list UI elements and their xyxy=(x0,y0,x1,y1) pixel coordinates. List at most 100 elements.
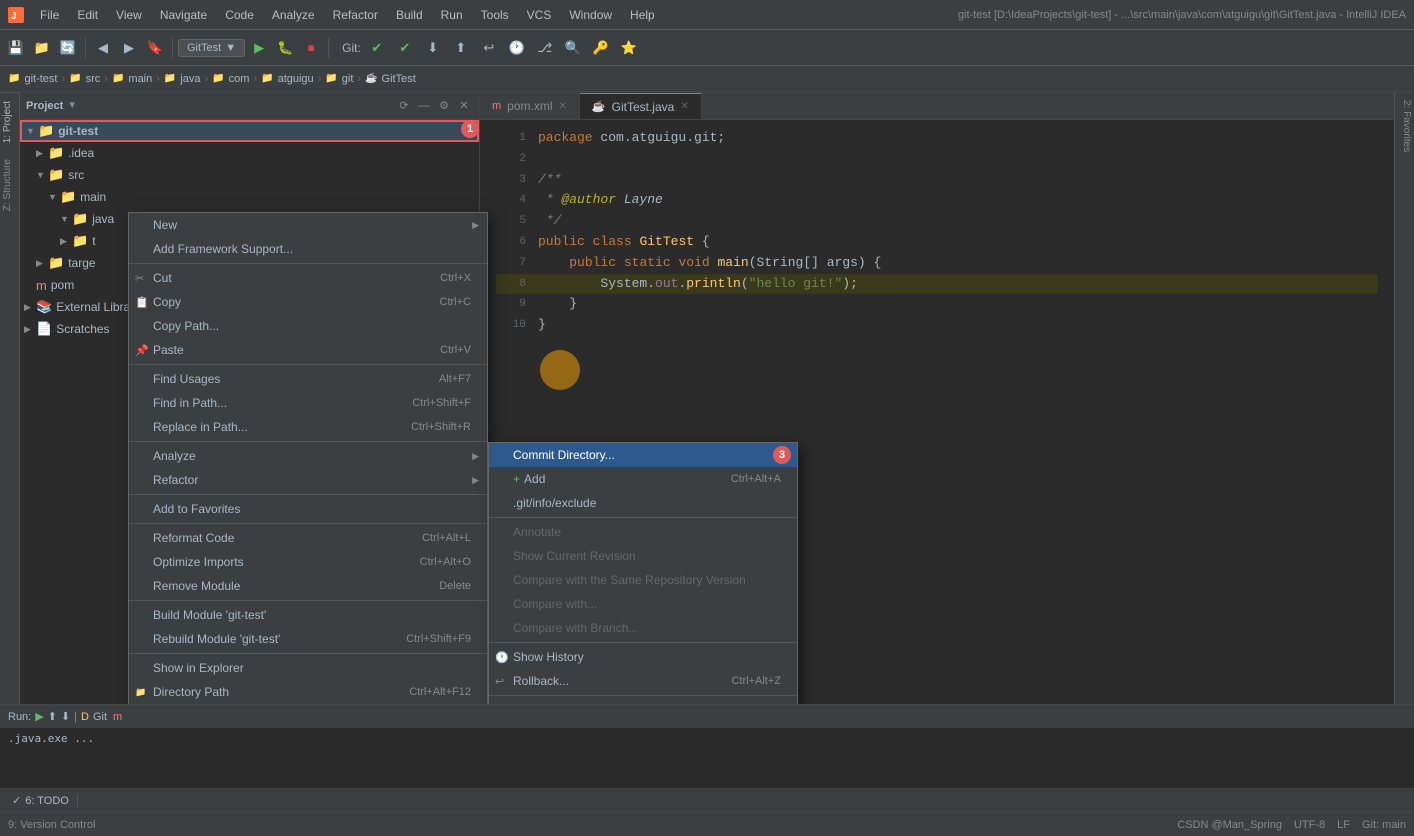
tree-src[interactable]: ▼ 📁 src xyxy=(20,164,479,186)
git-extra2[interactable]: ⭐ xyxy=(617,36,641,60)
cm-reformat[interactable]: Reformat Code Ctrl+Alt+L xyxy=(129,526,487,550)
git-search[interactable]: 🔍 xyxy=(561,36,585,60)
sm-add[interactable]: + Add Ctrl+Alt+A xyxy=(489,467,797,491)
sm-rollback[interactable]: ↩ Rollback... Ctrl+Alt+Z xyxy=(489,669,797,693)
forward-button[interactable]: ▶ xyxy=(117,36,141,60)
cm-framework[interactable]: Add Framework Support... xyxy=(129,237,487,261)
menu-build[interactable]: Build xyxy=(388,6,431,24)
cm-copypath[interactable]: Copy Path... xyxy=(129,314,487,338)
bc-git[interactable]: git xyxy=(342,73,354,85)
back-button[interactable]: ◀ xyxy=(91,36,115,60)
open-button[interactable]: 📁 xyxy=(30,36,54,60)
cm-replaceinpath-label: Replace in Path... xyxy=(153,420,248,434)
close-icon[interactable]: ✕ xyxy=(455,97,473,115)
right-strip: 2: Favorites xyxy=(1394,92,1414,704)
tab-gittest[interactable]: ☕ GitTest.java ✕ xyxy=(580,93,702,119)
menu-analyze[interactable]: Analyze xyxy=(264,6,323,24)
collapse-icon[interactable]: — xyxy=(415,97,433,115)
sm-showhistory[interactable]: 🕐 Show History xyxy=(489,645,797,669)
git-branch-status[interactable]: Git: main xyxy=(1362,819,1406,831)
git-history[interactable]: 🕐 xyxy=(505,36,529,60)
tab-todo[interactable]: ✓ 6: TODO xyxy=(4,794,78,807)
tree-main[interactable]: ▼ 📁 main xyxy=(20,186,479,208)
git-push[interactable]: ⬆ xyxy=(449,36,473,60)
cm-optimize-label: Optimize Imports xyxy=(153,555,244,569)
menu-window[interactable]: Window xyxy=(561,6,620,24)
menu-edit[interactable]: Edit xyxy=(69,6,106,24)
bc-gittest-file[interactable]: GitTest xyxy=(382,73,416,85)
bc-java[interactable]: java xyxy=(180,73,200,85)
run-play[interactable]: ▶ xyxy=(35,710,43,723)
save-button[interactable]: 💾 xyxy=(4,36,28,60)
cm-refactor[interactable]: Refactor xyxy=(129,468,487,492)
bc-com[interactable]: com xyxy=(229,73,250,85)
menu-help[interactable]: Help xyxy=(622,6,663,24)
sidebar-structure[interactable]: Z: Structure xyxy=(0,151,19,219)
menu-refactor[interactable]: Refactor xyxy=(325,6,386,24)
bc-src[interactable]: src xyxy=(86,73,101,85)
cm-analyze[interactable]: Analyze xyxy=(129,444,487,468)
cm-optimize[interactable]: Optimize Imports Ctrl+Alt+O xyxy=(129,550,487,574)
favorites-strip[interactable]: 2: Favorites xyxy=(1395,92,1414,160)
sm-repository-label: Repository xyxy=(513,703,570,704)
code-line-3: 3 /** xyxy=(496,170,1378,191)
run-button[interactable]: ▶ xyxy=(247,36,271,60)
menu-code[interactable]: Code xyxy=(217,6,262,24)
lineending-info[interactable]: LF xyxy=(1337,819,1350,831)
menu-vcs[interactable]: VCS xyxy=(519,6,560,24)
git-undo[interactable]: ↩ xyxy=(477,36,501,60)
sync-button[interactable]: 🔄 xyxy=(56,36,80,60)
git-check[interactable]: ✔ xyxy=(365,36,389,60)
tab-pomxml-close[interactable]: ✕ xyxy=(559,101,567,112)
cm-findusages-shortcut: Alt+F7 xyxy=(439,373,471,385)
menu-file[interactable]: File xyxy=(32,6,67,24)
git-branch[interactable]: ⎇ xyxy=(533,36,557,60)
menu-navigate[interactable]: Navigate xyxy=(152,6,215,24)
cm-findusages[interactable]: Find Usages Alt+F7 xyxy=(129,367,487,391)
sidebar-project[interactable]: 1: Project xyxy=(0,92,19,151)
menu-run[interactable]: Run xyxy=(433,6,471,24)
cm-build[interactable]: Build Module 'git-test' xyxy=(129,603,487,627)
cm-removemodule[interactable]: Remove Module Delete xyxy=(129,574,487,598)
cm-findinpath[interactable]: Find in Path... Ctrl+Shift+F xyxy=(129,391,487,415)
bc-atguigu[interactable]: atguigu xyxy=(278,73,314,85)
sync-icon[interactable]: ⟳ xyxy=(395,97,413,115)
bc-main[interactable]: main xyxy=(128,73,152,85)
run-git-tab[interactable]: Git xyxy=(93,711,107,723)
branch-chevron: ▼ xyxy=(225,42,236,54)
run-up[interactable]: ⬆ xyxy=(48,710,57,723)
cm-dirpath[interactable]: 📁 Directory Path Ctrl+Alt+F12 xyxy=(129,680,487,704)
cm-rebuild[interactable]: Rebuild Module 'git-test' Ctrl+Shift+F9 xyxy=(129,627,487,651)
tree-idea[interactable]: ▶ 📁 .idea xyxy=(20,142,479,164)
git-extra[interactable]: 🔑 xyxy=(589,36,613,60)
version-control-btn[interactable]: 9: Version Control xyxy=(8,819,95,831)
cm-new[interactable]: New xyxy=(129,213,487,237)
cm-cut[interactable]: ✂ Cut Ctrl+X xyxy=(129,266,487,290)
bc-java-icon: 📁 xyxy=(164,73,176,84)
cm-cut-label: Cut xyxy=(153,271,172,285)
settings-icon[interactable]: ⚙ xyxy=(435,97,453,115)
cm-favorites[interactable]: Add to Favorites xyxy=(129,497,487,521)
branch-selector[interactable]: GitTest ▼ xyxy=(178,39,245,57)
cm-showexplorer[interactable]: Show in Explorer xyxy=(129,656,487,680)
panel-dropdown[interactable]: ▼ xyxy=(67,100,77,111)
bc-gittest[interactable]: git-test xyxy=(24,73,57,85)
stop-button[interactable]: ⏹ xyxy=(299,36,323,60)
sm-repository[interactable]: Repository xyxy=(489,698,797,704)
tab-gittest-close[interactable]: ✕ xyxy=(680,101,688,112)
encoding-info[interactable]: UTF-8 xyxy=(1294,819,1325,831)
tab-pomxml[interactable]: m pom.xml ✕ xyxy=(480,93,580,119)
cm-copy[interactable]: 📋 Copy Ctrl+C xyxy=(129,290,487,314)
git-update[interactable]: ⬇ xyxy=(421,36,445,60)
sm-commitdir[interactable]: Commit Directory... 3 xyxy=(489,443,797,467)
menu-view[interactable]: View xyxy=(108,6,150,24)
menu-tools[interactable]: Tools xyxy=(473,6,517,24)
sm-exclude[interactable]: .git/info/exclude xyxy=(489,491,797,515)
git-check2[interactable]: ✔ xyxy=(393,36,417,60)
bookmark-button[interactable]: 🔖 xyxy=(143,36,167,60)
debug-button[interactable]: 🐛 xyxy=(273,36,297,60)
cm-paste[interactable]: 📌 Paste Ctrl+V xyxy=(129,338,487,362)
run-down[interactable]: ⬇ xyxy=(61,710,70,723)
tree-root[interactable]: ▼ 📁 git-test 1 xyxy=(20,120,479,142)
cm-replaceinpath[interactable]: Replace in Path... Ctrl+Shift+R xyxy=(129,415,487,439)
